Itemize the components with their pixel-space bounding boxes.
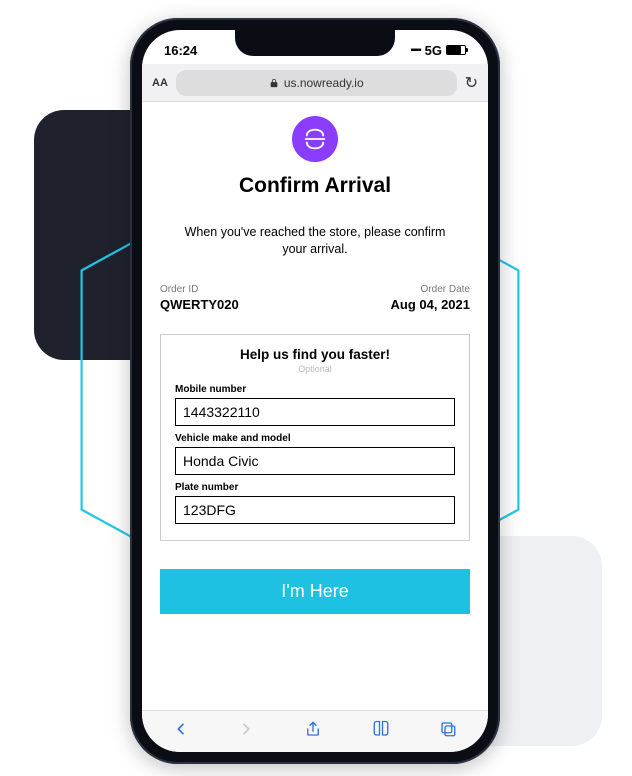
tabs-button[interactable]: [439, 720, 457, 743]
order-date-block: Order Date Aug 04, 2021: [391, 284, 471, 312]
form-optional-label: Optional: [175, 364, 455, 374]
order-date-value: Aug 04, 2021: [391, 297, 471, 312]
order-id-value: QWERTY020: [160, 297, 239, 312]
reload-button[interactable]: ↻: [465, 73, 478, 93]
vehicle-input[interactable]: [175, 447, 455, 475]
form-heading: Help us find you faster!: [175, 347, 455, 362]
phone-notch: [235, 30, 395, 56]
page-title: Confirm Arrival: [239, 174, 391, 198]
status-time: 16:24: [164, 43, 197, 58]
vehicle-form: Help us find you faster! Optional Mobile…: [160, 334, 470, 541]
back-button[interactable]: [173, 721, 189, 742]
plate-input[interactable]: [175, 496, 455, 524]
signal-icon: ▪▪▪▪: [410, 45, 420, 56]
battery-icon: [446, 45, 466, 55]
phone-frame: 16:24 ▪▪▪▪ 5G AA us.nowready.io ↻: [130, 18, 500, 764]
order-date-label: Order Date: [391, 284, 471, 295]
tabs-icon: [439, 720, 457, 738]
address-bar[interactable]: us.nowready.io: [176, 70, 457, 96]
url-text: us.nowready.io: [284, 76, 364, 90]
book-icon: [372, 720, 390, 738]
chevron-right-icon: [238, 721, 254, 737]
mobile-label: Mobile number: [175, 384, 455, 395]
page-subtitle: When you've reached the store, please co…: [160, 224, 470, 258]
vehicle-label: Vehicle make and model: [175, 433, 455, 444]
phone-screen: 16:24 ▪▪▪▪ 5G AA us.nowready.io ↻: [142, 30, 488, 752]
burger-icon: [301, 125, 329, 153]
page-content: Confirm Arrival When you've reached the …: [142, 102, 488, 710]
brand-logo: [292, 116, 338, 162]
lock-icon: [269, 78, 279, 88]
confirm-arrival-button[interactable]: I'm Here: [160, 569, 470, 614]
network-label: 5G: [425, 43, 442, 58]
browser-bottom-toolbar: [142, 710, 488, 752]
order-id-label: Order ID: [160, 284, 239, 295]
share-icon: [304, 720, 322, 738]
browser-toolbar: AA us.nowready.io ↻: [142, 64, 488, 102]
forward-button[interactable]: [238, 721, 254, 742]
plate-label: Plate number: [175, 482, 455, 493]
share-button[interactable]: [304, 720, 322, 743]
bookmarks-button[interactable]: [372, 720, 390, 743]
order-summary: Order ID QWERTY020 Order Date Aug 04, 20…: [160, 284, 470, 312]
text-size-button[interactable]: AA: [152, 77, 168, 89]
mobile-input[interactable]: [175, 398, 455, 426]
order-id-block: Order ID QWERTY020: [160, 284, 239, 312]
chevron-left-icon: [173, 721, 189, 737]
